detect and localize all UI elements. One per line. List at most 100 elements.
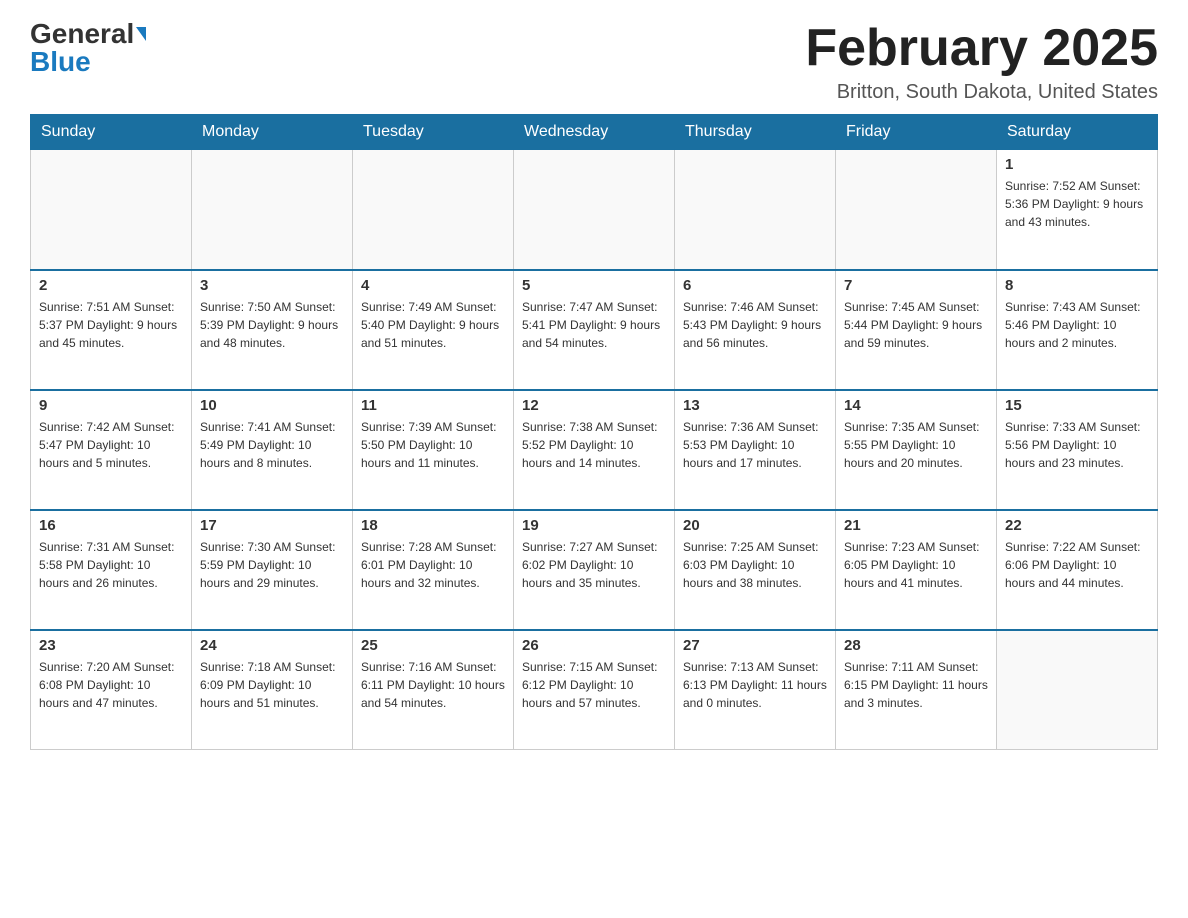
day-of-week-header: Sunday [31, 115, 192, 150]
calendar-day-cell: 13Sunrise: 7:36 AM Sunset: 5:53 PM Dayli… [675, 390, 836, 510]
calendar-day-cell: 2 Sunrise: 7:51 AM Sunset: 5:37 PM Daylig… [31, 270, 192, 390]
calendar-week-row: 23Sunrise: 7:20 AM Sunset: 6:08 PM Dayli… [31, 630, 1158, 750]
day-info: Sunrise: 7:28 AM Sunset: 6:01 PM Dayligh… [361, 538, 505, 592]
day-number: 10 [200, 397, 344, 414]
calendar-day-cell: 21 Sunrise: 7:23 AM Sunset: 6:05 PM Dayli… [836, 510, 997, 630]
day-info: Sunrise: 7:46 AM Sunset: 5:43 PM Dayligh… [683, 298, 827, 352]
day-info: Sunrise: 7:13 AM Sunset: 6:13 PM Dayligh… [683, 658, 827, 712]
day-number: 15 [1005, 397, 1149, 414]
day-number: 27 [683, 637, 827, 654]
calendar-day-cell: 9Sunrise: 7:42 AM Sunset: 5:47 PM Daylig… [31, 390, 192, 510]
calendar-day-cell: 19 Sunrise: 7:27 AM Sunset: 6:02 PM Dayli… [514, 510, 675, 630]
day-number: 1 [1005, 156, 1149, 173]
calendar-day-cell: 17 Sunrise: 7:30 AM Sunset: 5:59 PM Dayli… [192, 510, 353, 630]
day-number: 4 [361, 277, 505, 294]
calendar-day-cell [836, 150, 997, 270]
calendar-day-cell: 27 Sunrise: 7:13 AM Sunset: 6:13 PM Dayli… [675, 630, 836, 750]
day-info: Sunrise: 7:45 AM Sunset: 5:44 PM Dayligh… [844, 298, 988, 352]
calendar-day-cell [353, 150, 514, 270]
day-number: 28 [844, 637, 988, 654]
calendar-day-cell [997, 630, 1158, 750]
day-info: Sunrise: 7:43 AM Sunset: 5:46 PM Dayligh… [1005, 298, 1149, 352]
day-info: Sunrise: 7:38 AM Sunset: 5:52 PM Dayligh… [522, 418, 666, 472]
logo: General Blue [30, 20, 146, 76]
day-info: Sunrise: 7:47 AM Sunset: 5:41 PM Dayligh… [522, 298, 666, 352]
day-info: Sunrise: 7:41 AM Sunset: 5:49 PM Dayligh… [200, 418, 344, 472]
day-info: Sunrise: 7:30 AM Sunset: 5:59 PM Dayligh… [200, 538, 344, 592]
day-of-week-header: Friday [836, 115, 997, 150]
calendar-header-row: SundayMondayTuesdayWednesdayThursdayFrid… [31, 115, 1158, 150]
day-info: Sunrise: 7:15 AM Sunset: 6:12 PM Dayligh… [522, 658, 666, 712]
day-info: Sunrise: 7:52 AM Sunset: 5:36 PM Dayligh… [1005, 177, 1149, 231]
calendar-day-cell: 5 Sunrise: 7:47 AM Sunset: 5:41 PM Daylig… [514, 270, 675, 390]
day-number: 7 [844, 277, 988, 294]
calendar-day-cell [192, 150, 353, 270]
calendar-day-cell: 23Sunrise: 7:20 AM Sunset: 6:08 PM Dayli… [31, 630, 192, 750]
day-number: 2 [39, 277, 183, 294]
day-info: Sunrise: 7:20 AM Sunset: 6:08 PM Dayligh… [39, 658, 183, 712]
day-number: 3 [200, 277, 344, 294]
calendar-day-cell: 11 Sunrise: 7:39 AM Sunset: 5:50 PM Dayli… [353, 390, 514, 510]
day-info: Sunrise: 7:39 AM Sunset: 5:50 PM Dayligh… [361, 418, 505, 472]
logo-arrow-icon [136, 27, 146, 41]
calendar-day-cell: 24 Sunrise: 7:18 AM Sunset: 6:09 PM Dayli… [192, 630, 353, 750]
month-title: February 2025 [805, 20, 1158, 77]
calendar-day-cell: 26 Sunrise: 7:15 AM Sunset: 6:12 PM Dayli… [514, 630, 675, 750]
title-section: February 2025 Britton, South Dakota, Uni… [805, 20, 1158, 104]
day-info: Sunrise: 7:18 AM Sunset: 6:09 PM Dayligh… [200, 658, 344, 712]
calendar-day-cell [31, 150, 192, 270]
calendar-week-row: 2 Sunrise: 7:51 AM Sunset: 5:37 PM Daylig… [31, 270, 1158, 390]
day-number: 17 [200, 517, 344, 534]
calendar-table: SundayMondayTuesdayWednesdayThursdayFrid… [30, 114, 1158, 750]
day-of-week-header: Thursday [675, 115, 836, 150]
calendar-day-cell: 16Sunrise: 7:31 AM Sunset: 5:58 PM Dayli… [31, 510, 192, 630]
calendar-week-row: 1 Sunrise: 7:52 AM Sunset: 5:36 PM Daylig… [31, 150, 1158, 270]
day-number: 25 [361, 637, 505, 654]
day-of-week-header: Wednesday [514, 115, 675, 150]
calendar-week-row: 16Sunrise: 7:31 AM Sunset: 5:58 PM Dayli… [31, 510, 1158, 630]
day-info: Sunrise: 7:35 AM Sunset: 5:55 PM Dayligh… [844, 418, 988, 472]
calendar-day-cell: 8 Sunrise: 7:43 AM Sunset: 5:46 PM Daylig… [997, 270, 1158, 390]
day-info: Sunrise: 7:51 AM Sunset: 5:37 PM Dayligh… [39, 298, 183, 352]
calendar-day-cell: 12 Sunrise: 7:38 AM Sunset: 5:52 PM Dayli… [514, 390, 675, 510]
calendar-day-cell [675, 150, 836, 270]
calendar-day-cell: 6 Sunrise: 7:46 AM Sunset: 5:43 PM Daylig… [675, 270, 836, 390]
day-of-week-header: Saturday [997, 115, 1158, 150]
day-info: Sunrise: 7:22 AM Sunset: 6:06 PM Dayligh… [1005, 538, 1149, 592]
calendar-day-cell: 18 Sunrise: 7:28 AM Sunset: 6:01 PM Dayli… [353, 510, 514, 630]
day-number: 18 [361, 517, 505, 534]
location-text: Britton, South Dakota, United States [805, 81, 1158, 104]
day-number: 22 [1005, 517, 1149, 534]
calendar-day-cell: 28 Sunrise: 7:11 AM Sunset: 6:15 PM Dayli… [836, 630, 997, 750]
logo-general-text: General [30, 20, 134, 48]
calendar-day-cell [514, 150, 675, 270]
calendar-day-cell: 4 Sunrise: 7:49 AM Sunset: 5:40 PM Daylig… [353, 270, 514, 390]
calendar-day-cell: 7 Sunrise: 7:45 AM Sunset: 5:44 PM Daylig… [836, 270, 997, 390]
calendar-day-cell: 3 Sunrise: 7:50 AM Sunset: 5:39 PM Daylig… [192, 270, 353, 390]
calendar-day-cell: 14Sunrise: 7:35 AM Sunset: 5:55 PM Dayli… [836, 390, 997, 510]
day-info: Sunrise: 7:16 AM Sunset: 6:11 PM Dayligh… [361, 658, 505, 712]
calendar-day-cell: 20Sunrise: 7:25 AM Sunset: 6:03 PM Dayli… [675, 510, 836, 630]
logo-blue-text: Blue [30, 48, 91, 76]
day-number: 13 [683, 397, 827, 414]
day-number: 11 [361, 397, 505, 414]
day-number: 9 [39, 397, 183, 414]
day-info: Sunrise: 7:50 AM Sunset: 5:39 PM Dayligh… [200, 298, 344, 352]
calendar-day-cell: 25 Sunrise: 7:16 AM Sunset: 6:11 PM Dayli… [353, 630, 514, 750]
day-number: 19 [522, 517, 666, 534]
day-info: Sunrise: 7:49 AM Sunset: 5:40 PM Dayligh… [361, 298, 505, 352]
day-number: 26 [522, 637, 666, 654]
day-info: Sunrise: 7:25 AM Sunset: 6:03 PM Dayligh… [683, 538, 827, 592]
page-header: General Blue February 2025 Britton, Sout… [30, 20, 1158, 104]
calendar-day-cell: 1 Sunrise: 7:52 AM Sunset: 5:36 PM Daylig… [997, 150, 1158, 270]
day-number: 16 [39, 517, 183, 534]
day-info: Sunrise: 7:11 AM Sunset: 6:15 PM Dayligh… [844, 658, 988, 712]
day-number: 12 [522, 397, 666, 414]
day-number: 21 [844, 517, 988, 534]
day-number: 24 [200, 637, 344, 654]
day-info: Sunrise: 7:23 AM Sunset: 6:05 PM Dayligh… [844, 538, 988, 592]
day-info: Sunrise: 7:27 AM Sunset: 6:02 PM Dayligh… [522, 538, 666, 592]
day-number: 6 [683, 277, 827, 294]
day-number: 5 [522, 277, 666, 294]
day-number: 8 [1005, 277, 1149, 294]
